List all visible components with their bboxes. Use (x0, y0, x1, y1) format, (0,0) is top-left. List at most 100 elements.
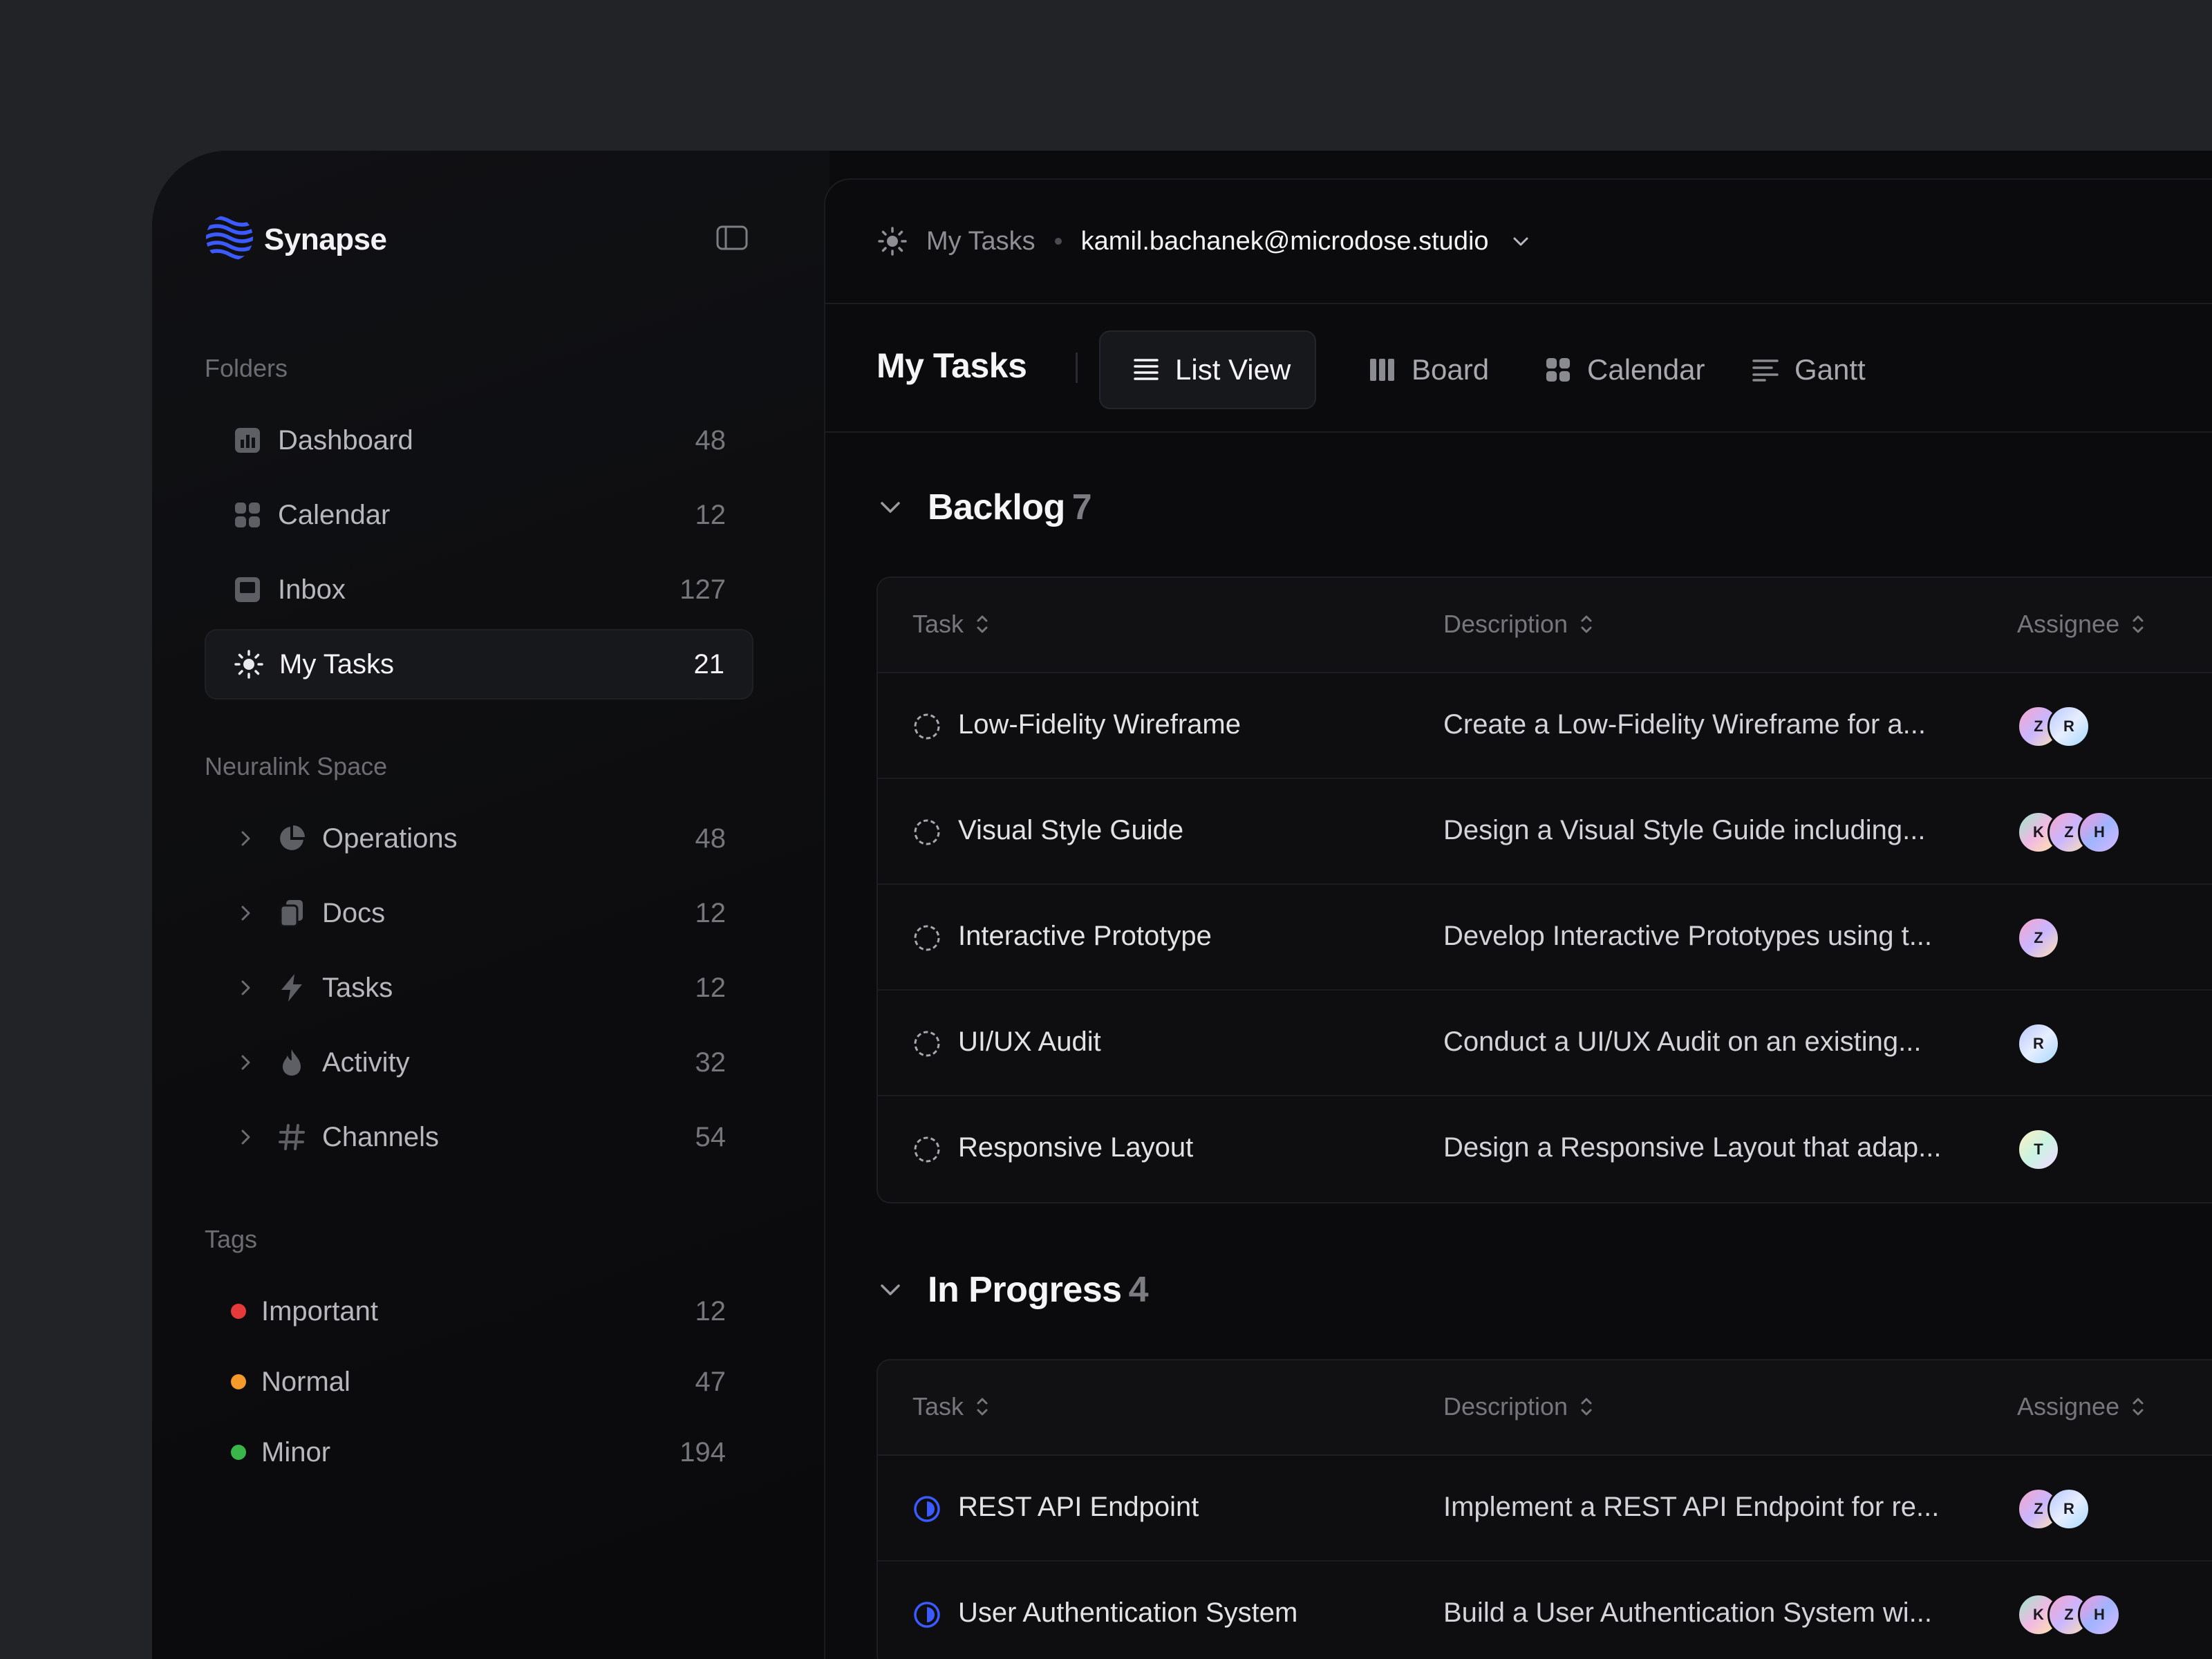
assignee-avatars[interactable]: KZH (2017, 1593, 2121, 1636)
task-name[interactable]: Interactive Prototype (958, 921, 1212, 952)
chevron-right-icon[interactable] (235, 903, 256, 924)
avatar[interactable]: R (2047, 1488, 2090, 1530)
sun-icon (234, 649, 264, 679)
column-header-assignee[interactable]: Assignee (2017, 1392, 2146, 1421)
assignee-avatars[interactable]: ZR (2017, 705, 2090, 748)
sort-icon[interactable] (1579, 1395, 1594, 1418)
space-title: Neuralink Space (205, 752, 388, 780)
avatar[interactable]: H (2078, 1593, 2121, 1636)
tag-minor[interactable]: Minor 194 (205, 1417, 753, 1488)
avatar[interactable]: R (2017, 1022, 2060, 1065)
avatar[interactable]: T (2017, 1128, 2060, 1171)
sort-icon[interactable] (975, 612, 990, 636)
task-description: Implement a REST API Endpoint for re... (1443, 1492, 1940, 1522)
sidebar-item-count: 48 (695, 823, 727, 854)
sort-icon[interactable] (975, 1395, 990, 1418)
task-name[interactable]: UI/UX Audit (958, 1027, 1101, 1058)
tab-label: Board (1412, 353, 1490, 386)
table-row[interactable]: Interactive Prototype Develop Interactive… (878, 885, 2212, 991)
sidebar-item-activity[interactable]: Activity 32 (205, 1027, 753, 1098)
table-row[interactable]: User Authentication System Build a User A… (878, 1562, 2212, 1659)
column-header-task[interactable]: Task (912, 1392, 990, 1421)
sidebar-item-tasks[interactable]: Tasks 12 (205, 953, 753, 1023)
table-row[interactable]: REST API Endpoint Implement a REST API En… (878, 1456, 2212, 1562)
tab-board[interactable]: Board (1369, 330, 1521, 409)
sidebar-item-count: 12 (695, 499, 727, 530)
bolt-icon (276, 973, 307, 1003)
column-header-description[interactable]: Description (1443, 1392, 1594, 1421)
view-bar: My Tasks List View Board Calendar Gantt (825, 304, 2212, 433)
tab-calendar[interactable]: Calendar (1544, 330, 1724, 409)
todo-status-icon[interactable] (912, 712, 941, 741)
task-name[interactable]: Responsive Layout (958, 1132, 1193, 1163)
sidebar-item-dashboard[interactable]: Dashboard 48 (205, 405, 753, 476)
table-row[interactable]: Responsive Layout Design a Responsive Lay… (878, 1096, 2212, 1202)
task-table-in-progress: Task Description Assignee REST API Endpo… (877, 1359, 2212, 1659)
todo-status-icon[interactable] (912, 1029, 941, 1058)
sidebar-item-calendar[interactable]: Calendar 12 (205, 480, 753, 550)
table-row[interactable]: Low-Fidelity Wireframe Create a Low-Fidel… (878, 673, 2212, 779)
column-label: Assignee (2017, 610, 2120, 638)
column-label: Description (1443, 610, 1568, 638)
tab-gantt[interactable]: Gantt (1752, 330, 1904, 409)
sidebar-item-inbox[interactable]: Inbox 127 (205, 554, 753, 625)
column-header-assignee[interactable]: Assignee (2017, 610, 2146, 639)
sidebar-item-operations[interactable]: Operations 48 (205, 803, 753, 874)
task-name[interactable]: Visual Style Guide (958, 815, 1183, 846)
todo-status-icon[interactable] (912, 924, 941, 953)
avatar[interactable]: R (2047, 705, 2090, 748)
table-row[interactable]: UI/UX Audit Conduct a UI/UX Audit on an e… (878, 991, 2212, 1096)
table-header: Task Description Assignee (878, 1360, 2212, 1456)
brand[interactable]: Synapse (205, 213, 387, 266)
in-progress-status-icon[interactable] (912, 1494, 941, 1524)
breadcrumb-separator (1054, 238, 1062, 245)
tag-normal[interactable]: Normal 47 (205, 1347, 753, 1417)
chevron-down-icon[interactable] (877, 494, 904, 521)
tag-label: Normal (261, 1366, 350, 1397)
task-name[interactable]: User Authentication System (958, 1597, 1297, 1629)
sort-icon[interactable] (1579, 612, 1594, 636)
account-email[interactable]: kamil.bachanek@microdose.studio (1081, 227, 1489, 256)
assignee-avatars[interactable]: R (2017, 1022, 2060, 1065)
avatar[interactable]: H (2078, 811, 2121, 854)
tag-label: Important (261, 1295, 378, 1327)
sidebar-item-docs[interactable]: Docs 12 (205, 878, 753, 948)
chevron-down-icon[interactable] (877, 1276, 904, 1304)
pie-icon (276, 823, 307, 854)
chevron-right-icon[interactable] (235, 977, 256, 998)
tab-list-view[interactable]: List View (1099, 330, 1316, 409)
orange-dot-icon (231, 1374, 246, 1389)
chevron-right-icon[interactable] (235, 1052, 256, 1073)
column-header-task[interactable]: Task (912, 610, 990, 639)
assignee-avatars[interactable]: KZH (2017, 811, 2121, 854)
group-header-backlog[interactable]: Backlog 7 (877, 487, 1092, 528)
assignee-avatars[interactable]: Z (2017, 917, 2060, 959)
assignee-avatars[interactable]: ZR (2017, 1488, 2090, 1530)
task-description: Create a Low-Fidelity Wireframe for a... (1443, 709, 1926, 740)
chevron-right-icon[interactable] (235, 828, 256, 849)
avatar[interactable]: Z (2017, 917, 2060, 959)
column-header-description[interactable]: Description (1443, 610, 1594, 639)
sort-icon[interactable] (2130, 1395, 2146, 1418)
gantt-icon (1752, 356, 1779, 384)
sidebar-item-count: 48 (695, 424, 727, 456)
in-progress-status-icon[interactable] (912, 1600, 941, 1629)
sidebar-item-channels[interactable]: Channels 54 (205, 1102, 753, 1172)
task-description: Design a Responsive Layout that adap... (1443, 1132, 1942, 1163)
todo-status-icon[interactable] (912, 818, 941, 847)
sidebar-item-label: Docs (322, 897, 386, 928)
task-name[interactable]: REST API Endpoint (958, 1492, 1199, 1523)
assignee-avatars[interactable]: T (2017, 1128, 2060, 1171)
table-row[interactable]: Visual Style Guide Design a Visual Style … (878, 779, 2212, 885)
tags-title: Tags (205, 1225, 258, 1253)
todo-status-icon[interactable] (912, 1135, 941, 1164)
breadcrumb[interactable]: My Tasks (926, 227, 1035, 256)
task-name[interactable]: Low-Fidelity Wireframe (958, 709, 1241, 740)
group-header-in-progress[interactable]: In Progress 4 (877, 1269, 1149, 1311)
chevron-right-icon[interactable] (235, 1127, 256, 1147)
tag-important[interactable]: Important 12 (205, 1276, 753, 1347)
sidebar-item-my-tasks[interactable]: My Tasks 21 (205, 629, 753, 700)
sort-icon[interactable] (2130, 612, 2146, 636)
chevron-down-icon[interactable] (1510, 230, 1532, 252)
sidebar-collapse-icon[interactable] (716, 225, 748, 250)
